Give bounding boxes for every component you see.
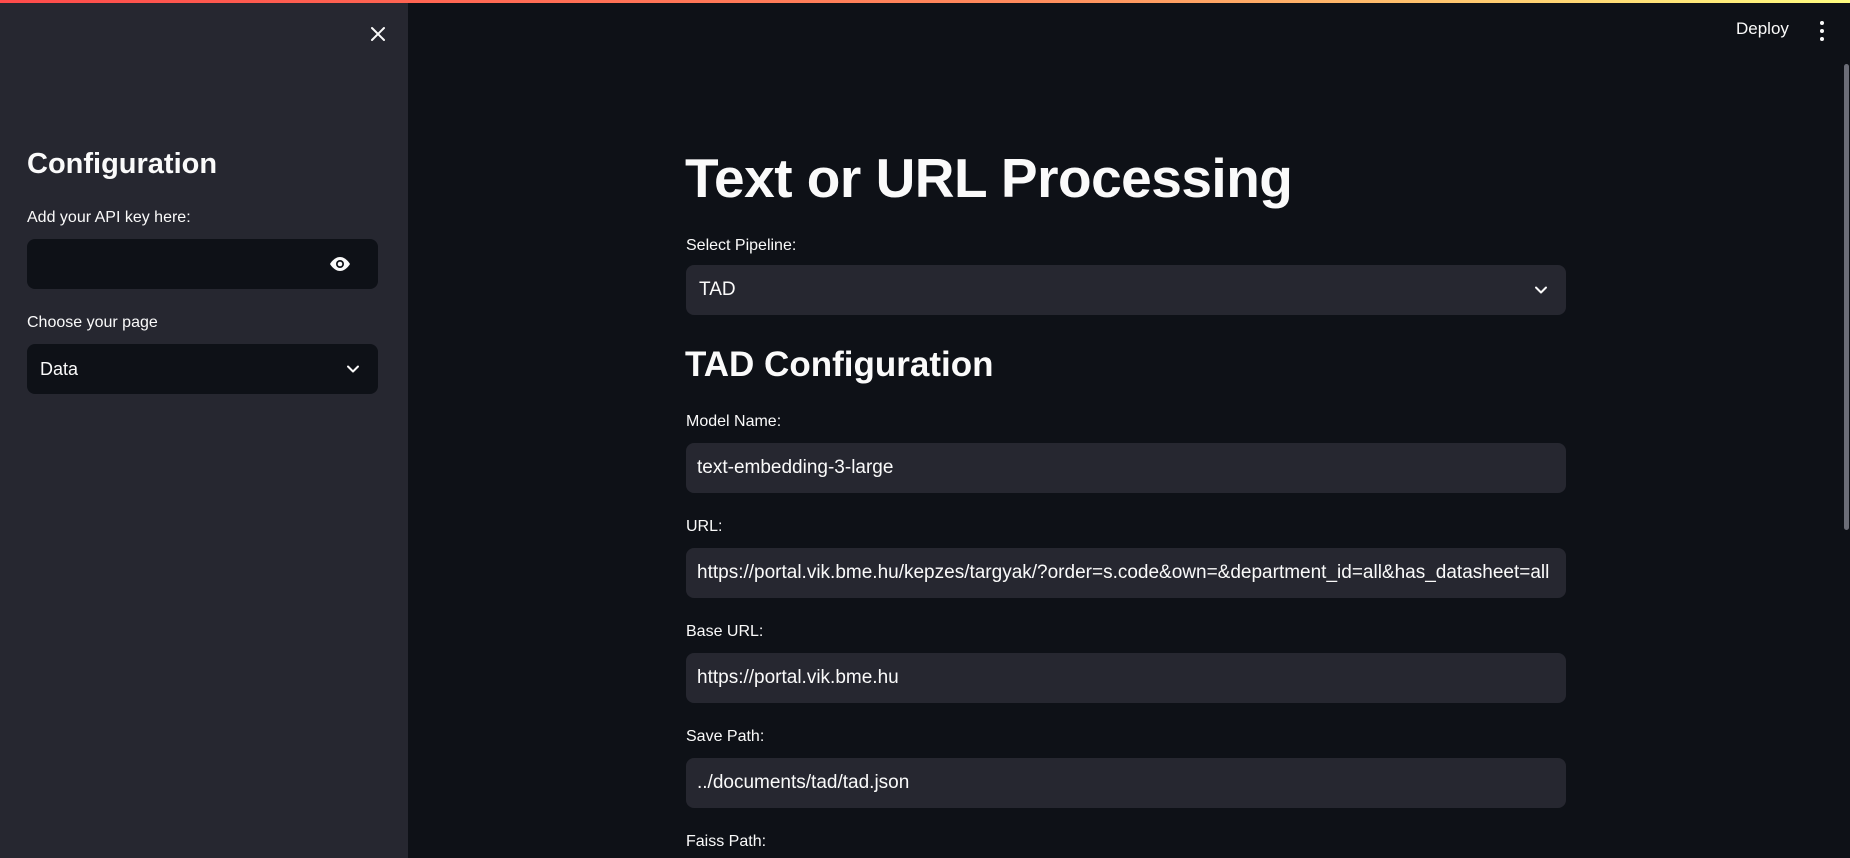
close-sidebar-button[interactable] xyxy=(364,20,392,48)
faiss-path-label: Faiss Path: xyxy=(686,833,767,850)
url-label: URL: xyxy=(686,518,723,535)
api-key-field xyxy=(27,239,378,289)
chevron-down-icon xyxy=(1535,286,1547,294)
show-password-toggle[interactable] xyxy=(328,253,352,275)
save-path-field xyxy=(686,758,1566,808)
sidebar-title: Configuration xyxy=(27,148,218,180)
api-key-label: Add your API key here: xyxy=(27,209,191,226)
sidebar: Configuration Add your API key here: Cho… xyxy=(0,0,408,858)
eye-icon xyxy=(330,257,350,271)
save-path-input[interactable] xyxy=(686,758,1566,808)
api-key-input[interactable] xyxy=(27,239,327,289)
top-accent-bar xyxy=(0,0,1850,3)
page-select-label: Choose your page xyxy=(27,314,158,331)
base-url-field xyxy=(686,653,1566,703)
model-name-input[interactable] xyxy=(686,443,1566,493)
close-icon xyxy=(371,27,385,41)
url-input[interactable] xyxy=(686,548,1566,598)
model-name-field xyxy=(686,443,1566,493)
main-menu-button[interactable] xyxy=(1812,18,1832,44)
deploy-button[interactable]: Deploy xyxy=(1736,19,1789,39)
section-title: TAD Configuration xyxy=(685,345,994,384)
base-url-input[interactable] xyxy=(686,653,1566,703)
chevron-down-icon xyxy=(347,365,359,373)
url-field xyxy=(686,548,1566,598)
page-select-value: Data xyxy=(40,359,79,379)
scrollbar[interactable] xyxy=(1844,64,1849,530)
pipeline-select-value: TAD xyxy=(699,279,736,300)
save-path-label: Save Path: xyxy=(686,728,765,745)
pipeline-select[interactable]: TAD xyxy=(686,265,1566,315)
more-vertical-icon xyxy=(1820,21,1824,25)
page-title: Text or URL Processing xyxy=(685,147,1293,209)
pipeline-label: Select Pipeline: xyxy=(686,237,797,254)
page-select[interactable]: Data xyxy=(27,344,378,394)
base-url-label: Base URL: xyxy=(686,623,764,640)
model-name-label: Model Name: xyxy=(686,413,782,430)
